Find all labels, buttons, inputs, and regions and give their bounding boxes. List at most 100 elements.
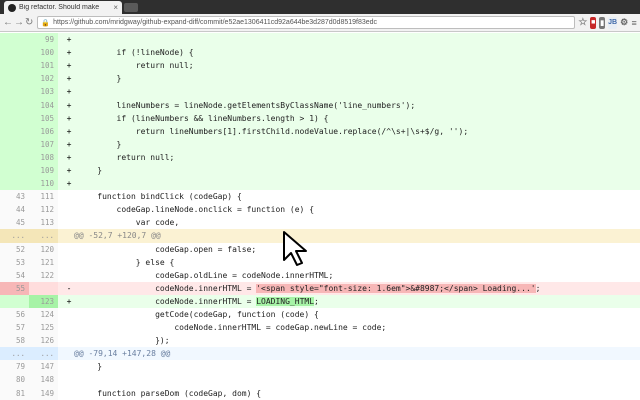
- old-line-number[interactable]: 56: [0, 307, 29, 322]
- code-line: }: [78, 139, 122, 149]
- new-line-number[interactable]: 125: [29, 321, 58, 335]
- old-line-number[interactable]: 58: [0, 334, 29, 348]
- old-line-number[interactable]: 52: [0, 242, 29, 256]
- old-line-number[interactable]: 44: [0, 203, 29, 217]
- new-line-number[interactable]: [29, 281, 58, 295]
- new-line-number[interactable]: 111: [29, 190, 58, 204]
- back-icon[interactable]: ←: [3, 16, 13, 30]
- old-line-number[interactable]: [0, 294, 29, 308]
- tab-title: Big refactor. Should make: [19, 4, 100, 11]
- code-line: codeGap.lineNode.onclick = function (e) …: [78, 205, 315, 215]
- code-segment: ;: [314, 296, 319, 306]
- new-line-number[interactable]: 122: [29, 268, 58, 282]
- old-line-number[interactable]: [0, 137, 29, 151]
- diff-row: 44 112 codeGap.lineNode.onclick = functio…: [0, 203, 640, 217]
- new-line-number[interactable]: 106: [29, 124, 58, 138]
- old-line-number[interactable]: 57: [0, 321, 29, 335]
- hunk-header-row[interactable]: ...... @@ -52,7 +120,7 @@: [0, 229, 640, 243]
- new-line-number[interactable]: 105: [29, 111, 58, 125]
- old-line-number[interactable]: [0, 46, 29, 60]
- old-line-number[interactable]: [0, 72, 29, 86]
- new-line-number[interactable]: 113: [29, 216, 58, 230]
- extension-gear-icon[interactable]: ⚙: [620, 17, 628, 29]
- new-line-number[interactable]: 101: [29, 59, 58, 73]
- old-line-number[interactable]: 53: [0, 255, 29, 269]
- new-line-number[interactable]: 102: [29, 72, 58, 86]
- new-line-number[interactable]: 126: [29, 334, 58, 348]
- code-line: function parseDom (codeGap, dom) {: [78, 388, 262, 398]
- old-line-number[interactable]: 79: [0, 360, 29, 374]
- new-line-number[interactable]: 112: [29, 203, 58, 217]
- github-favicon-icon: [8, 3, 16, 12]
- diff-sign: +: [66, 74, 72, 84]
- tab-bar: Big refactor. Should make ×: [0, 0, 640, 14]
- address-bar[interactable]: 🔒 https://github.com/mridgway/github-exp…: [37, 16, 576, 29]
- old-line-number[interactable]: [0, 124, 29, 138]
- new-line-number[interactable]: 107: [29, 137, 58, 151]
- diff-row: 106 + return lineNumbers[1].firstChild.no…: [0, 124, 640, 138]
- code-line: codeGap.oldLine = codeNode.innerHTML;: [78, 270, 334, 280]
- tab-close-icon[interactable]: ×: [113, 3, 118, 12]
- old-line-number[interactable]: 54: [0, 268, 29, 282]
- new-line-number[interactable]: 100: [29, 46, 58, 60]
- code-line: return lineNumbers[1].firstChild.nodeVal…: [78, 126, 469, 136]
- new-line-number[interactable]: 99: [29, 33, 58, 47]
- old-line-number[interactable]: 43: [0, 190, 29, 204]
- old-line-number[interactable]: 81: [0, 386, 29, 400]
- browser-toolbar: ← → ↻ 🔒 https://github.com/mridgway/gith…: [0, 14, 640, 32]
- diff-sign: +: [66, 126, 72, 136]
- diff-row: 43 111 function bindClick (codeGap) {: [0, 190, 640, 204]
- diff-row: 123 + codeNode.innerHTML = LOADING_HTML;: [0, 294, 640, 308]
- new-line-number[interactable]: 124: [29, 307, 58, 322]
- old-line-number[interactable]: [0, 163, 29, 178]
- diff-row: 101 + return null;: [0, 59, 640, 73]
- diff-row: 107 + }: [0, 137, 640, 151]
- diff-sign: +: [66, 100, 72, 110]
- old-line-number[interactable]: ...: [0, 347, 29, 361]
- code-line: var code,: [78, 218, 180, 228]
- old-line-number[interactable]: 55: [0, 281, 29, 295]
- new-line-number[interactable]: 104: [29, 98, 58, 112]
- old-line-number[interactable]: [0, 85, 29, 99]
- bookmark-star-icon[interactable]: ☆: [578, 17, 587, 29]
- reload-icon[interactable]: ↻: [25, 16, 33, 30]
- old-line-number[interactable]: [0, 33, 29, 47]
- hunk-header-row[interactable]: ...... @@ -79,14 +147,28 @@: [0, 347, 640, 361]
- old-line-number[interactable]: 45: [0, 216, 29, 230]
- new-tab-button[interactable]: [124, 3, 138, 12]
- old-line-number[interactable]: ...: [0, 229, 29, 243]
- extension-red-icon[interactable]: ■: [590, 16, 597, 29]
- new-line-number[interactable]: 120: [29, 242, 58, 256]
- new-line-number[interactable]: 110: [29, 177, 58, 191]
- old-line-number[interactable]: [0, 111, 29, 125]
- new-line-number[interactable]: 109: [29, 163, 58, 178]
- forward-icon[interactable]: →: [14, 16, 24, 30]
- lock-icon: 🔒: [41, 19, 51, 27]
- old-line-number[interactable]: [0, 98, 29, 112]
- diff-row: 108 + return null;: [0, 150, 640, 164]
- extension-jb-icon[interactable]: JB: [608, 16, 618, 29]
- browser-menu-icon[interactable]: ≡: [631, 17, 637, 29]
- new-line-number[interactable]: 103: [29, 85, 58, 99]
- diff-row: 54 122 codeGap.oldLine = codeNode.innerHT…: [0, 268, 640, 282]
- code-highlight-segment: '<span style="font-size: 1.6em">&#8987;<…: [256, 283, 536, 293]
- old-line-number[interactable]: [0, 59, 29, 73]
- new-line-number[interactable]: 123: [29, 294, 58, 308]
- new-line-number[interactable]: 108: [29, 150, 58, 164]
- new-line-number[interactable]: ...: [29, 229, 58, 243]
- diff-view: 99 +100 + if (!lineNode) {101 + return null…: [0, 33, 640, 400]
- new-line-number[interactable]: 149: [29, 386, 58, 400]
- browser-tab[interactable]: Big refactor. Should make ×: [4, 1, 122, 14]
- old-line-number[interactable]: [0, 150, 29, 164]
- extension-gray-icon[interactable]: ▮: [599, 16, 606, 29]
- new-line-number[interactable]: 121: [29, 255, 58, 269]
- old-line-number[interactable]: 80: [0, 373, 29, 387]
- new-line-number[interactable]: 147: [29, 360, 58, 374]
- new-line-number[interactable]: 148: [29, 373, 58, 387]
- url-text[interactable]: https://github.com/mridgway/github-expan…: [53, 19, 377, 26]
- new-line-number[interactable]: ...: [29, 347, 58, 361]
- diff-row: 104 + lineNumbers = lineNode.getElementsB…: [0, 98, 640, 112]
- old-line-number[interactable]: [0, 177, 29, 191]
- diff-sign: +: [66, 87, 72, 97]
- diff-sign: +: [66, 296, 72, 306]
